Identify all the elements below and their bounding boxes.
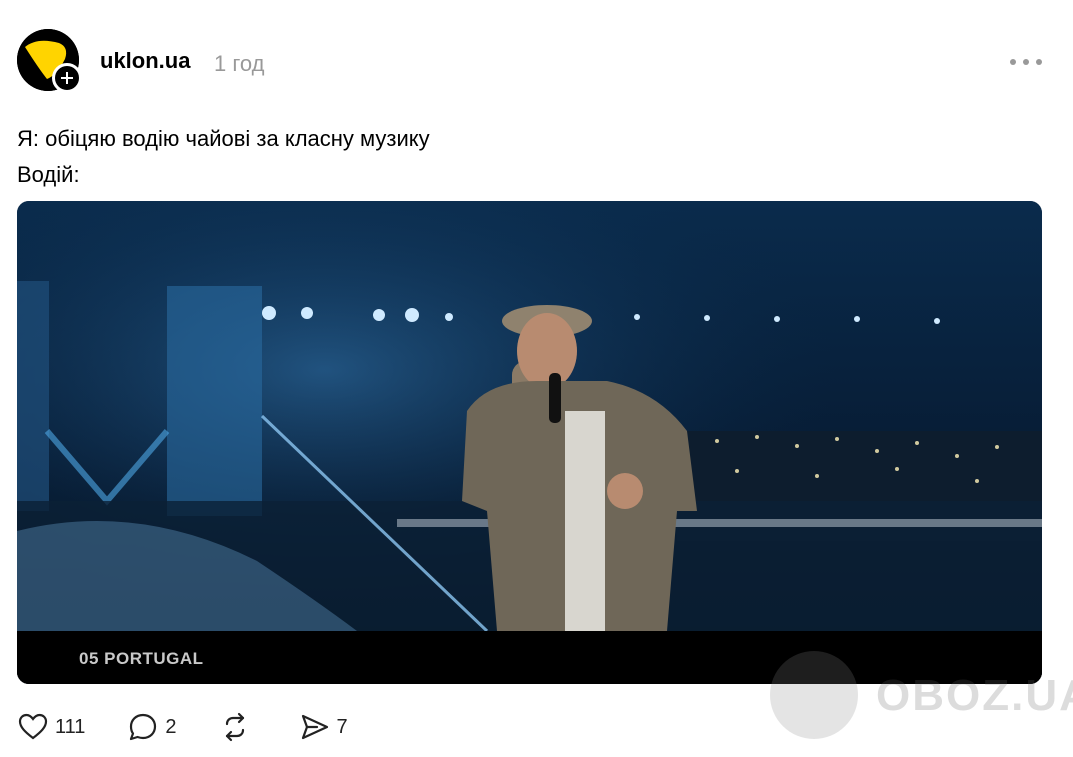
like-button[interactable]: 111	[17, 711, 85, 743]
send-icon	[301, 714, 328, 740]
share-button[interactable]: 7	[299, 711, 348, 743]
post-video[interactable]: 05 PORTUGAL	[17, 201, 1042, 684]
concert-stage-image	[17, 201, 1042, 684]
share-count: 7	[336, 715, 348, 738]
post-time: 1 год	[214, 51, 265, 76]
more-dots-icon	[1010, 59, 1016, 65]
plus-icon	[61, 72, 73, 84]
follow-button[interactable]	[52, 63, 82, 93]
comment-button[interactable]: 2	[127, 711, 177, 743]
username-link[interactable]: uklon.ua	[100, 48, 190, 74]
watermark-text: OBOZ.UA	[876, 671, 1073, 720]
repost-button[interactable]	[219, 711, 257, 743]
post-text-line: Я: обіцяю водію чайові за класну музику	[17, 126, 430, 151]
more-dots-icon	[1023, 59, 1029, 65]
comment-bubble-icon	[130, 713, 157, 741]
globe-icon	[770, 651, 858, 739]
comment-count: 2	[165, 715, 177, 738]
heart-icon	[18, 713, 48, 740]
post-card: uklon.ua 1 год Я: обіцяю водію чайові за…	[0, 0, 1073, 757]
video-caption: 05 PORTUGAL	[79, 649, 204, 668]
repost-icon	[225, 712, 244, 742]
post-text: Я: обіцяю водію чайові за класну музику …	[17, 121, 430, 193]
watermark: OBOZ.UA	[770, 651, 1073, 743]
action-bar: 111 2 7	[17, 707, 390, 747]
more-dots-icon	[1036, 59, 1042, 65]
more-options-button[interactable]	[1008, 48, 1044, 76]
like-count: 111	[55, 715, 86, 738]
post-text-line: Водій:	[17, 162, 80, 187]
